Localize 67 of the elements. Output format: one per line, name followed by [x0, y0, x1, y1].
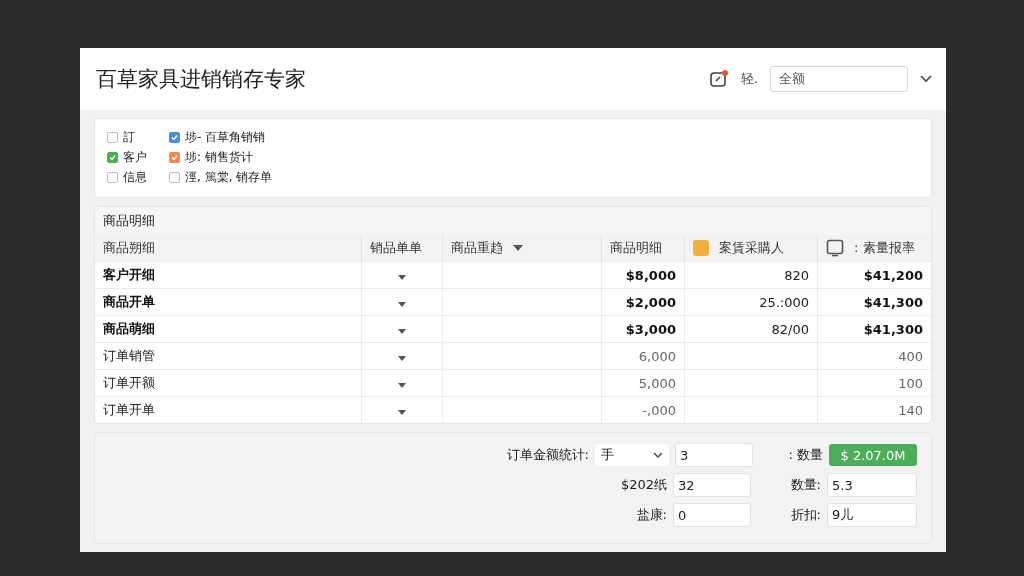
legend-label: 涇, 篤棠, 销存单: [185, 169, 273, 186]
chevron-down-icon: [653, 452, 663, 458]
legend-label: 信息: [123, 169, 147, 186]
amount-select[interactable]: 全额: [770, 66, 908, 92]
table-cell: 订单开额: [103, 375, 155, 390]
input-field[interactable]: 0: [673, 503, 751, 527]
caret-icon[interactable]: [398, 301, 406, 307]
checkbox[interactable]: [169, 132, 180, 143]
input-field[interactable]: 9儿: [827, 503, 917, 527]
legend-label: 埗- 百草角销销: [185, 129, 266, 146]
input-field[interactable]: 3: [675, 443, 753, 467]
table-cell: 订单开单: [103, 402, 155, 417]
caret-icon[interactable]: [398, 409, 406, 415]
notification-icon[interactable]: [708, 69, 729, 89]
table-cell: 客户开细: [103, 267, 155, 282]
app-title: 百草家具进销销存专家: [96, 66, 306, 93]
caret-icon[interactable]: [398, 274, 406, 280]
caret-icon[interactable]: [398, 382, 406, 388]
table-cell: $8,000: [625, 267, 676, 283]
table-cell: -,000: [642, 402, 676, 418]
column-header: : 素量报率: [854, 239, 915, 257]
field-label: $202纸: [620, 476, 667, 494]
field-label: 盐康:: [636, 506, 667, 524]
checkbox[interactable]: [107, 152, 118, 163]
table-cell: 25.:000: [759, 294, 809, 310]
field-label: 折扣:: [789, 506, 821, 524]
chevron-down-icon[interactable]: [920, 75, 932, 83]
field-label: 订单金额统计:: [506, 446, 589, 464]
table-cell: 400: [898, 348, 923, 364]
input-field[interactable]: 32: [673, 473, 751, 497]
checkbox[interactable]: [169, 152, 180, 163]
column-header: 商品重趋: [451, 239, 503, 257]
user-label: 轻.: [740, 70, 758, 88]
column-header: 商品朔细: [103, 239, 155, 257]
table-cell: 商品开单: [103, 294, 155, 309]
field-label: 数量:: [789, 476, 821, 494]
column-header: 销品单单: [370, 239, 422, 257]
input-field[interactable]: 5.3: [827, 473, 917, 497]
tablet-icon: [826, 239, 844, 257]
legend-label: 客户: [123, 149, 147, 166]
table-cell: 5,000: [638, 375, 676, 391]
table-cell: 订单销管: [103, 348, 155, 363]
table-cell: 商品萌细: [103, 321, 155, 336]
column-header: 商品明细: [610, 239, 662, 257]
legend-label: 訂: [123, 129, 135, 146]
caret-icon[interactable]: [398, 355, 406, 361]
table-cell: 100: [898, 375, 923, 391]
checkbox[interactable]: [107, 132, 118, 143]
table-cell: $41,200: [863, 267, 923, 283]
checkbox[interactable]: [169, 172, 180, 183]
table-cell: $41,300: [863, 294, 923, 310]
total-badge: $ 2.07.0M: [829, 444, 917, 466]
table-cell: $2,000: [625, 294, 676, 310]
table-cell: 82/00: [771, 321, 809, 337]
unit-select[interactable]: 手: [595, 444, 669, 466]
caret-icon[interactable]: [513, 245, 523, 251]
table-cell: $41,300: [863, 321, 923, 337]
checkbox[interactable]: [107, 172, 118, 183]
table-cell: 6,000: [638, 348, 676, 364]
table-cell: $3,000: [625, 321, 676, 337]
table-cell: 820: [784, 267, 809, 283]
caret-icon[interactable]: [398, 328, 406, 334]
table-cell: 140: [898, 402, 923, 418]
field-label: : 数量: [787, 446, 823, 464]
legend-label: 埗: 销售货计: [185, 149, 253, 166]
column-header: 案賃采購人: [719, 239, 784, 257]
table-title: 商品明细: [95, 207, 931, 235]
